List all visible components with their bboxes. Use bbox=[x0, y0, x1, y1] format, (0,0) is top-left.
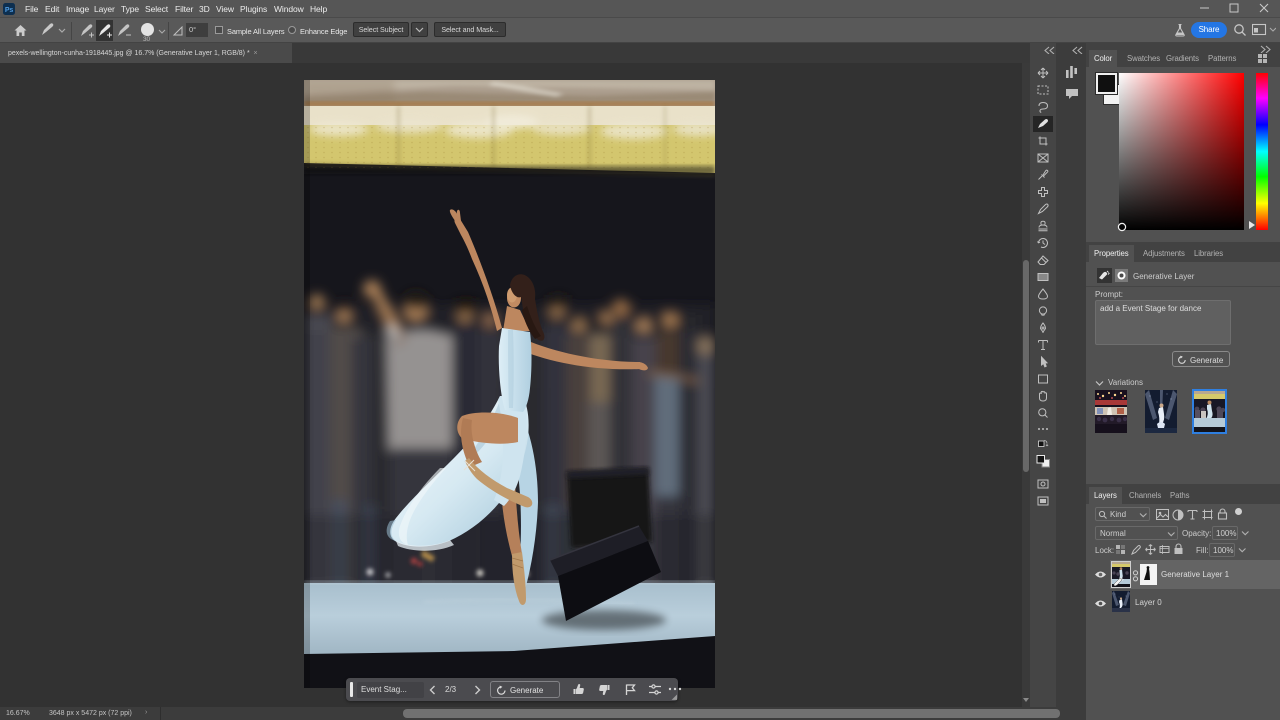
svg-text:Ps: Ps bbox=[5, 7, 14, 14]
